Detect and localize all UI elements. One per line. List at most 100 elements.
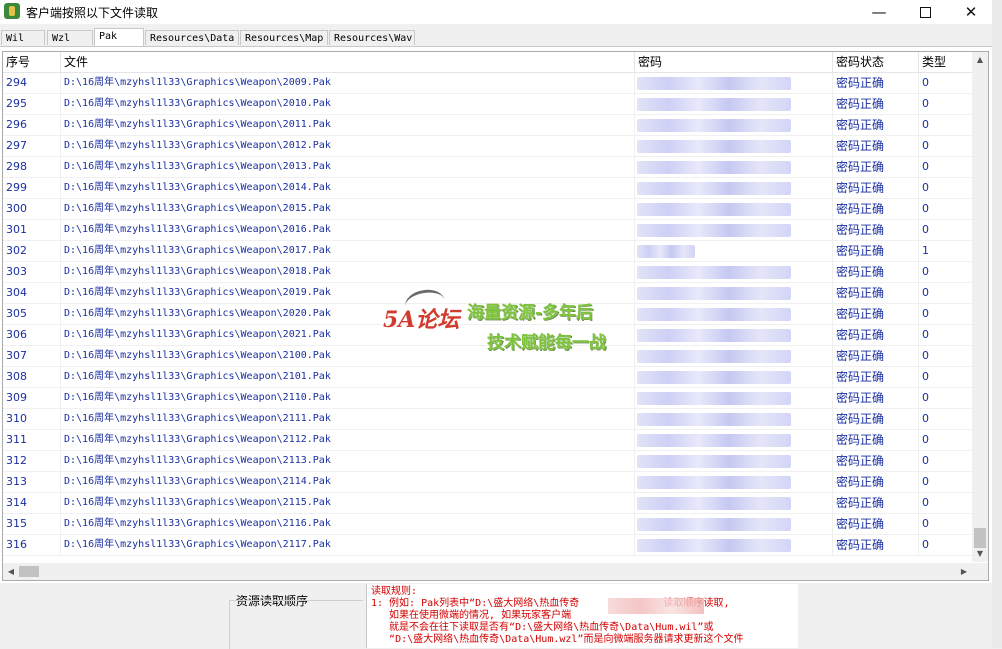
cell-password-status: 密码正确 [833, 157, 919, 177]
main-window: 客户端按照以下文件读取 — ✕ Wil Wzl Pak Resources\Da… [0, 0, 993, 649]
cell-password [635, 451, 833, 471]
redacted-password [637, 329, 791, 342]
cell-file: D:\16周年\mzyhsl1l33\Graphics\Weapon\2010.… [61, 94, 635, 114]
cell-password [635, 346, 833, 366]
cell-index: 299 [3, 178, 61, 198]
cell-password [635, 409, 833, 429]
cell-index: 314 [3, 493, 61, 513]
scroll-right-icon[interactable]: ▶ [956, 563, 972, 580]
maximize-button[interactable] [902, 0, 948, 24]
resource-order-box [229, 600, 363, 649]
column-header-password-status[interactable]: 密码状态 [833, 52, 919, 72]
tab-resources-data[interactable]: Resources\Data [145, 30, 239, 45]
cell-password [635, 493, 833, 513]
app-icon [4, 3, 20, 19]
scroll-down-icon[interactable]: ▼ [972, 546, 988, 562]
redacted-password [637, 350, 791, 363]
cell-type: 0 [919, 304, 973, 324]
table-row[interactable]: 295 D:\16周年\mzyhsl1l33\Graphics\Weapon\20… [3, 94, 973, 115]
window-title: 客户端按照以下文件读取 [26, 6, 159, 20]
cell-password-status: 密码正确 [833, 388, 919, 408]
cell-password-status: 密码正确 [833, 493, 919, 513]
cell-file: D:\16周年\mzyhsl1l33\Graphics\Weapon\2021.… [61, 325, 635, 345]
table-row[interactable]: 303 D:\16周年\mzyhsl1l33\Graphics\Weapon\20… [3, 262, 973, 283]
redacted-password [637, 245, 695, 258]
table-row[interactable]: 308 D:\16周年\mzyhsl1l33\Graphics\Weapon\21… [3, 367, 973, 388]
column-header-password[interactable]: 密码 [635, 52, 833, 72]
cell-type: 0 [919, 367, 973, 387]
minimize-button[interactable]: — [856, 0, 902, 24]
background-window-edge [992, 0, 1002, 648]
column-header-type[interactable]: 类型 [919, 52, 973, 72]
scroll-up-icon[interactable]: ▲ [972, 52, 988, 68]
horizontal-scrollbar[interactable]: ◀ ▶ [3, 563, 988, 580]
cell-password [635, 514, 833, 534]
table-row[interactable]: 311 D:\16周年\mzyhsl1l33\Graphics\Weapon\21… [3, 430, 973, 451]
tab-resources-wav[interactable]: Resources\Wav [329, 30, 415, 45]
tab-pak[interactable]: Pak [94, 28, 144, 46]
tab-resources-map[interactable]: Resources\Map [240, 30, 328, 45]
cell-type: 0 [919, 451, 973, 471]
cell-password-status: 密码正确 [833, 199, 919, 219]
cell-type: 0 [919, 73, 973, 93]
cell-file: D:\16周年\mzyhsl1l33\Graphics\Weapon\2019.… [61, 283, 635, 303]
table-row[interactable]: 296 D:\16周年\mzyhsl1l33\Graphics\Weapon\20… [3, 115, 973, 136]
table-row[interactable]: 307 D:\16周年\mzyhsl1l33\Graphics\Weapon\21… [3, 346, 973, 367]
table-row[interactable]: 314 D:\16周年\mzyhsl1l33\Graphics\Weapon\21… [3, 493, 973, 514]
cell-index: 307 [3, 346, 61, 366]
cell-password [635, 472, 833, 492]
column-header-file[interactable]: 文件 [61, 52, 635, 72]
redacted-password [637, 539, 791, 552]
redacted-password [637, 392, 791, 405]
vertical-scrollbar[interactable]: ▲ ▼ [972, 52, 988, 562]
cell-password-status: 密码正确 [833, 472, 919, 492]
redacted-password [637, 413, 791, 426]
cell-type: 0 [919, 283, 973, 303]
cell-type: 0 [919, 262, 973, 282]
tab-wil[interactable]: Wil [1, 30, 45, 45]
table-row[interactable]: 297 D:\16周年\mzyhsl1l33\Graphics\Weapon\20… [3, 136, 973, 157]
close-button[interactable]: ✕ [948, 0, 994, 24]
cell-type: 0 [919, 493, 973, 513]
table-row[interactable]: 313 D:\16周年\mzyhsl1l33\Graphics\Weapon\21… [3, 472, 973, 493]
cell-index: 316 [3, 535, 61, 555]
table-row[interactable]: 299 D:\16周年\mzyhsl1l33\Graphics\Weapon\20… [3, 178, 973, 199]
cell-password [635, 94, 833, 114]
horizontal-scroll-thumb[interactable] [19, 566, 39, 577]
cell-password-status: 密码正确 [833, 73, 919, 93]
redacted-password [637, 266, 791, 279]
cell-password [635, 325, 833, 345]
table-row[interactable]: 294 D:\16周年\mzyhsl1l33\Graphics\Weapon\20… [3, 73, 973, 94]
cell-file: D:\16周年\mzyhsl1l33\Graphics\Weapon\2014.… [61, 178, 635, 198]
column-header-index[interactable]: 序号 [3, 52, 61, 72]
table-row[interactable]: 316 D:\16周年\mzyhsl1l33\Graphics\Weapon\21… [3, 535, 973, 556]
cell-file: D:\16周年\mzyhsl1l33\Graphics\Weapon\2112.… [61, 430, 635, 450]
table-row[interactable]: 312 D:\16周年\mzyhsl1l33\Graphics\Weapon\21… [3, 451, 973, 472]
cell-password-status: 密码正确 [833, 430, 919, 450]
vertical-scroll-thumb[interactable] [974, 528, 986, 548]
cell-password-status: 密码正确 [833, 535, 919, 555]
pak-file-list[interactable]: 序号 文件 密码 密码状态 类型 294 D:\16周年\mzyhsl1l33\G… [2, 51, 989, 581]
read-rules-text: 读取规则: 1: 例如: Pak列表中“D:\盛大网络\热血传奇 读取顺序读取,… [366, 584, 798, 648]
table-row[interactable]: 301 D:\16周年\mzyhsl1l33\Graphics\Weapon\20… [3, 220, 973, 241]
cell-index: 310 [3, 409, 61, 429]
scroll-left-icon[interactable]: ◀ [3, 563, 19, 580]
table-row[interactable]: 310 D:\16周年\mzyhsl1l33\Graphics\Weapon\21… [3, 409, 973, 430]
cell-password [635, 388, 833, 408]
table-row[interactable]: 305 D:\16周年\mzyhsl1l33\Graphics\Weapon\20… [3, 304, 973, 325]
cell-file: D:\16周年\mzyhsl1l33\Graphics\Weapon\2113.… [61, 451, 635, 471]
table-row[interactable]: 309 D:\16周年\mzyhsl1l33\Graphics\Weapon\21… [3, 388, 973, 409]
cell-type: 0 [919, 220, 973, 240]
table-row[interactable]: 298 D:\16周年\mzyhsl1l33\Graphics\Weapon\20… [3, 157, 973, 178]
cell-file: D:\16周年\mzyhsl1l33\Graphics\Weapon\2116.… [61, 514, 635, 534]
title-bar: 客户端按照以下文件读取 — ✕ [0, 0, 992, 24]
table-row[interactable]: 304 D:\16周年\mzyhsl1l33\Graphics\Weapon\20… [3, 283, 973, 304]
table-row[interactable]: 300 D:\16周年\mzyhsl1l33\Graphics\Weapon\20… [3, 199, 973, 220]
redacted-password [637, 287, 791, 300]
tab-wzl[interactable]: Wzl [47, 30, 93, 45]
table-row[interactable]: 306 D:\16周年\mzyhsl1l33\Graphics\Weapon\20… [3, 325, 973, 346]
cell-password [635, 178, 833, 198]
cell-index: 296 [3, 115, 61, 135]
table-row[interactable]: 302 D:\16周年\mzyhsl1l33\Graphics\Weapon\20… [3, 241, 973, 262]
table-row[interactable]: 315 D:\16周年\mzyhsl1l33\Graphics\Weapon\21… [3, 514, 973, 535]
